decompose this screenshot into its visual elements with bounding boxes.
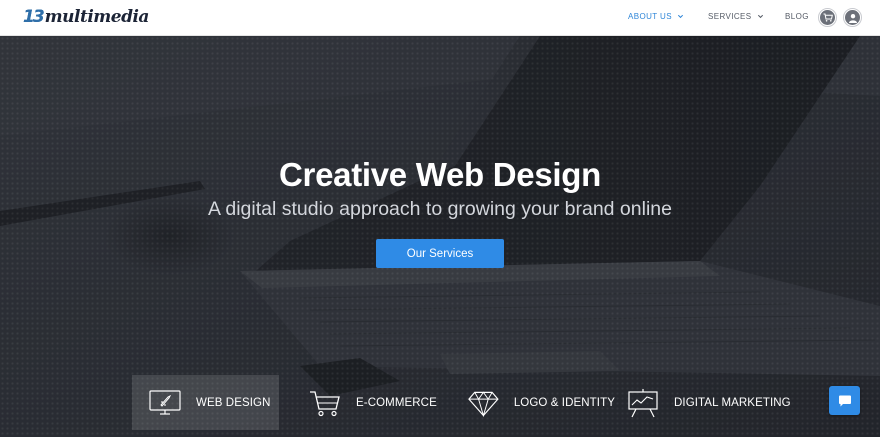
brand-logo[interactable]: 13 multimedia bbox=[23, 6, 149, 28]
service-label: LOGO & IDENTITY bbox=[513, 396, 615, 409]
our-services-button[interactable]: Our Services bbox=[376, 239, 504, 268]
hero-section: Creative Web Design A digital studio app… bbox=[0, 36, 880, 437]
chevron-down-icon bbox=[677, 14, 684, 19]
service-web-design[interactable]: WEB DESIGN bbox=[132, 375, 279, 430]
hero-subtitle: A digital studio approach to growing you… bbox=[208, 198, 672, 220]
service-e-commerce[interactable]: E-COMMERCE bbox=[306, 375, 446, 430]
nav-item-label: SERVICES bbox=[708, 12, 752, 21]
service-logo-identity[interactable]: LOGO & IDENTITY bbox=[465, 375, 615, 430]
shopping-cart-icon bbox=[310, 390, 340, 416]
chat-bubble-icon bbox=[838, 395, 851, 406]
nav-item-blog[interactable]: BLOG bbox=[785, 12, 809, 21]
service-label: E-COMMERCE bbox=[356, 396, 437, 409]
nav-item-services[interactable]: SERVICES bbox=[708, 12, 764, 21]
cart-button[interactable] bbox=[818, 8, 837, 27]
site-header: 13 multimedia ABOUT US SERVICES BLOG bbox=[0, 0, 880, 36]
chat-button[interactable] bbox=[829, 386, 860, 415]
logo-mark: 13 bbox=[23, 7, 45, 27]
service-label: DIGITAL MARKETING bbox=[674, 396, 791, 409]
monitor-rocket-icon bbox=[149, 389, 181, 415]
chevron-down-icon bbox=[757, 14, 763, 19]
account-button[interactable] bbox=[843, 8, 862, 27]
hero-title: Creative Web Design bbox=[279, 156, 601, 193]
cart-icon bbox=[823, 13, 833, 22]
logo-wordmark: multimedia bbox=[44, 7, 150, 27]
user-icon bbox=[848, 13, 857, 23]
nav-item-about-us[interactable]: ABOUT US bbox=[628, 12, 684, 21]
service-label: WEB DESIGN bbox=[196, 396, 271, 409]
presentation-chart-icon bbox=[628, 388, 658, 417]
nav-item-label: ABOUT US bbox=[628, 12, 672, 21]
diamond-icon bbox=[468, 391, 499, 417]
nav-item-label: BLOG bbox=[785, 12, 809, 21]
service-digital-marketing[interactable]: DIGITAL MARKETING bbox=[624, 375, 794, 430]
